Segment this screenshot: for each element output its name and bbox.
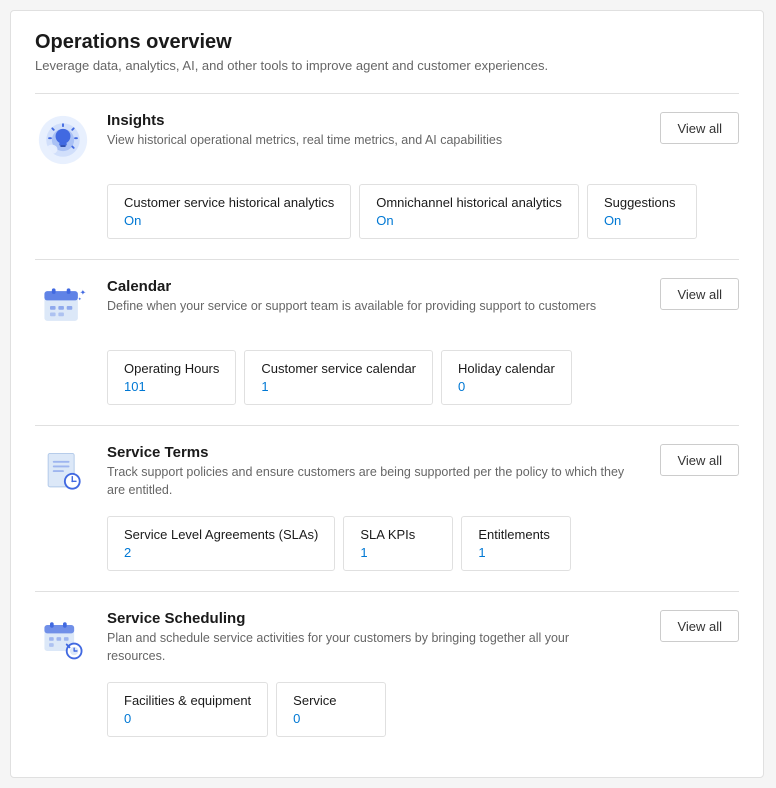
section-insights: Insights View historical operational met… bbox=[35, 93, 739, 259]
section-calendar-desc: Define when your service or support team… bbox=[107, 298, 627, 316]
section-insights-left: Insights View historical operational met… bbox=[35, 112, 644, 168]
section-service-scheduling-left: Service Scheduling Plan and schedule ser… bbox=[35, 610, 644, 666]
card-omnichannel-historical-analytics[interactable]: Omnichannel historical analytics On bbox=[359, 184, 579, 239]
card-omnichannel-label: Omnichannel historical analytics bbox=[376, 195, 562, 210]
page-subtitle: Leverage data, analytics, AI, and other … bbox=[35, 58, 739, 73]
view-all-insights-button[interactable]: View all bbox=[660, 112, 739, 144]
view-all-service-terms-button[interactable]: View all bbox=[660, 444, 739, 476]
calendar-cards-row: Operating Hours 101 Customer service cal… bbox=[107, 350, 739, 405]
card-sla-kpis-label: SLA KPIs bbox=[360, 527, 436, 542]
card-sla[interactable]: Service Level Agreements (SLAs) 2 bbox=[107, 516, 335, 571]
page-title: Operations overview bbox=[35, 31, 739, 54]
card-facilities-equipment[interactable]: Facilities & equipment 0 bbox=[107, 682, 268, 737]
section-service-terms-left: Service Terms Track support policies and… bbox=[35, 444, 644, 500]
section-insights-desc: View historical operational metrics, rea… bbox=[107, 132, 627, 150]
section-service-terms-name: Service Terms bbox=[107, 444, 644, 461]
section-calendar-name: Calendar bbox=[107, 278, 644, 295]
section-calendar: ✦ ✦ Calendar Define when your service or… bbox=[35, 259, 739, 425]
card-cs-historical-analytics[interactable]: Customer service historical analytics On bbox=[107, 184, 351, 239]
service-terms-cards-row: Service Level Agreements (SLAs) 2 SLA KP… bbox=[107, 516, 739, 571]
card-sla-kpis-value: 1 bbox=[360, 545, 436, 560]
card-entitlements[interactable]: Entitlements 1 bbox=[461, 516, 571, 571]
card-service-value: 0 bbox=[293, 711, 369, 726]
card-suggestions-value: On bbox=[604, 213, 680, 228]
card-entitlements-value: 1 bbox=[478, 545, 554, 560]
card-cs-calendar-label: Customer service calendar bbox=[261, 361, 416, 376]
card-holiday-calendar[interactable]: Holiday calendar 0 bbox=[441, 350, 572, 405]
view-all-service-scheduling-button[interactable]: View all bbox=[660, 610, 739, 642]
section-calendar-header: ✦ ✦ Calendar Define when your service or… bbox=[35, 278, 739, 334]
section-service-scheduling-header: Service Scheduling Plan and schedule ser… bbox=[35, 610, 739, 666]
card-sla-label: Service Level Agreements (SLAs) bbox=[124, 527, 318, 542]
card-sla-kpis[interactable]: SLA KPIs 1 bbox=[343, 516, 453, 571]
service-scheduling-icon bbox=[35, 610, 91, 666]
section-service-terms-header: Service Terms Track support policies and… bbox=[35, 444, 739, 500]
section-service-terms-desc: Track support policies and ensure custom… bbox=[107, 464, 627, 499]
section-calendar-left: ✦ ✦ Calendar Define when your service or… bbox=[35, 278, 644, 334]
page-container: Operations overview Leverage data, analy… bbox=[10, 10, 764, 778]
svg-text:✦: ✦ bbox=[78, 296, 82, 301]
service-terms-icon bbox=[35, 444, 91, 500]
card-cs-historical-analytics-label: Customer service historical analytics bbox=[124, 195, 334, 210]
card-cs-historical-analytics-value: On bbox=[124, 213, 334, 228]
card-facilities-equipment-value: 0 bbox=[124, 711, 251, 726]
section-service-scheduling-text: Service Scheduling Plan and schedule ser… bbox=[107, 610, 644, 665]
service-scheduling-cards-row: Facilities & equipment 0 Service 0 bbox=[107, 682, 739, 737]
section-calendar-text: Calendar Define when your service or sup… bbox=[107, 278, 644, 316]
card-holiday-calendar-value: 0 bbox=[458, 379, 555, 394]
section-service-terms-text: Service Terms Track support policies and… bbox=[107, 444, 644, 499]
card-operating-hours-value: 101 bbox=[124, 379, 219, 394]
view-all-calendar-button[interactable]: View all bbox=[660, 278, 739, 310]
card-facilities-equipment-label: Facilities & equipment bbox=[124, 693, 251, 708]
section-service-scheduling-desc: Plan and schedule service activities for… bbox=[107, 630, 627, 665]
card-suggestions[interactable]: Suggestions On bbox=[587, 184, 697, 239]
card-service[interactable]: Service 0 bbox=[276, 682, 386, 737]
card-service-label: Service bbox=[293, 693, 369, 708]
section-service-scheduling-name: Service Scheduling bbox=[107, 610, 644, 627]
card-operating-hours-label: Operating Hours bbox=[124, 361, 219, 376]
card-omnichannel-value: On bbox=[376, 213, 562, 228]
insights-cards-row: Customer service historical analytics On… bbox=[107, 184, 739, 239]
card-sla-value: 2 bbox=[124, 545, 318, 560]
section-insights-header: Insights View historical operational met… bbox=[35, 112, 739, 168]
section-insights-text: Insights View historical operational met… bbox=[107, 112, 644, 150]
card-cs-calendar-value: 1 bbox=[261, 379, 416, 394]
section-service-scheduling: Service Scheduling Plan and schedule ser… bbox=[35, 591, 739, 757]
insights-icon bbox=[35, 112, 91, 168]
section-service-terms: Service Terms Track support policies and… bbox=[35, 425, 739, 591]
section-insights-name: Insights bbox=[107, 112, 644, 129]
calendar-icon: ✦ ✦ bbox=[35, 278, 91, 334]
svg-text:✦: ✦ bbox=[80, 288, 86, 297]
card-holiday-calendar-label: Holiday calendar bbox=[458, 361, 555, 376]
card-entitlements-label: Entitlements bbox=[478, 527, 554, 542]
card-operating-hours[interactable]: Operating Hours 101 bbox=[107, 350, 236, 405]
card-suggestions-label: Suggestions bbox=[604, 195, 680, 210]
card-cs-calendar[interactable]: Customer service calendar 1 bbox=[244, 350, 433, 405]
